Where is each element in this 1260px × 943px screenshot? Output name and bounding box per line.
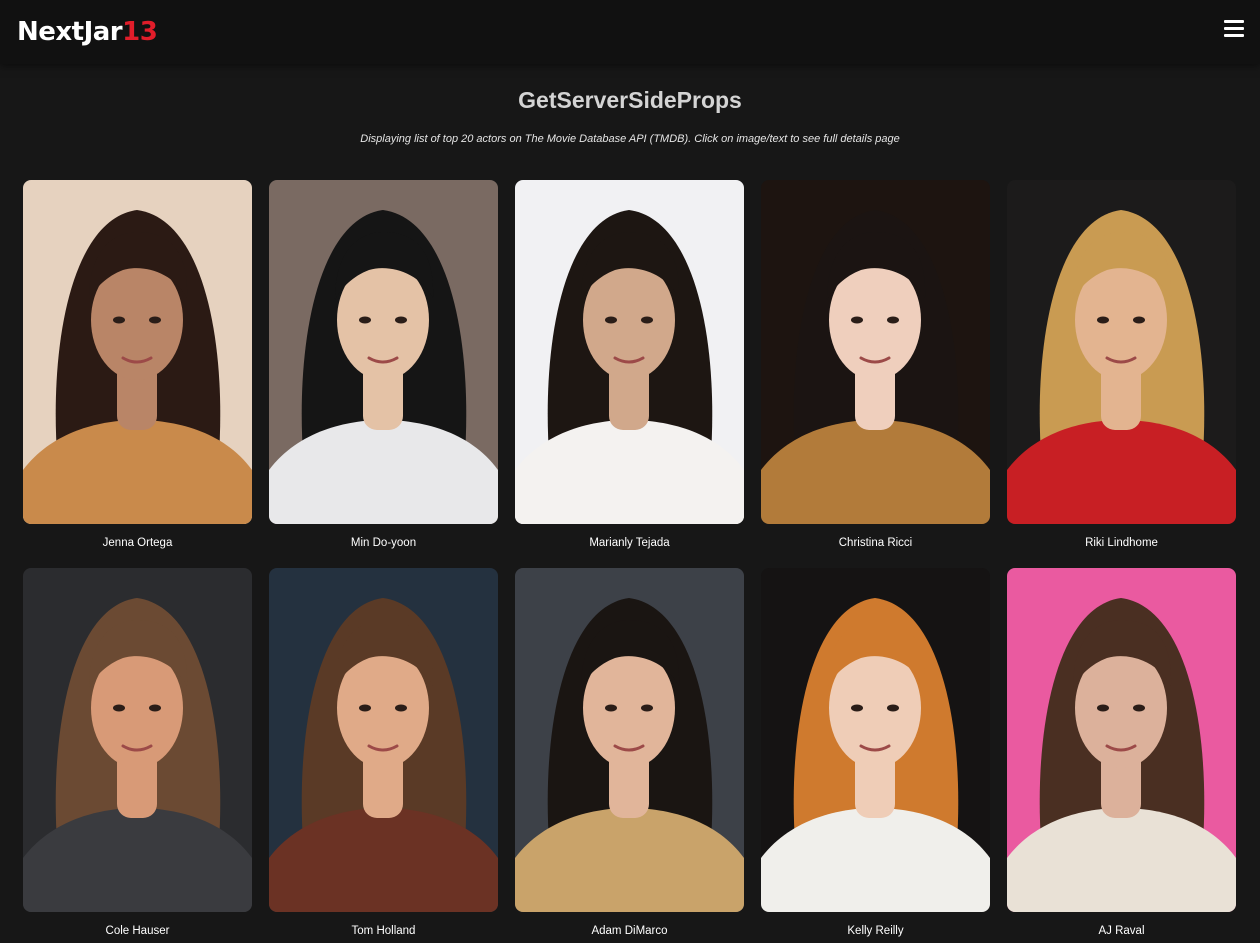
- brand-logo[interactable]: NextJar13: [17, 14, 158, 50]
- actor-portrait-image: [1007, 180, 1236, 524]
- actor-portrait-image: [269, 568, 498, 912]
- navbar: NextJar13: [0, 0, 1260, 64]
- actor-card[interactable]: Christina Ricci: [761, 180, 990, 550]
- hamburger-menu-icon[interactable]: [1224, 20, 1244, 38]
- actor-name[interactable]: Kelly Reilly: [761, 924, 990, 938]
- actor-name[interactable]: Min Do-yoon: [269, 536, 498, 550]
- brand-name: NextJar: [17, 17, 123, 47]
- actor-portrait-image: [23, 180, 252, 524]
- actor-card[interactable]: Adam DiMarco: [515, 568, 744, 938]
- actor-portrait-image: [269, 180, 498, 524]
- actor-portrait-image: [23, 568, 252, 912]
- actor-photo[interactable]: [1007, 180, 1236, 524]
- actor-card[interactable]: Riki Lindhome: [1007, 180, 1236, 550]
- actor-portrait-image: [1007, 568, 1236, 912]
- actor-name[interactable]: Adam DiMarco: [515, 924, 744, 938]
- actor-photo[interactable]: [761, 568, 990, 912]
- actor-photo[interactable]: [515, 180, 744, 524]
- actor-portrait-image: [761, 568, 990, 912]
- actor-photo[interactable]: [23, 180, 252, 524]
- page-title: GetServerSideProps: [518, 87, 742, 113]
- actor-card[interactable]: Jenna Ortega: [23, 180, 252, 550]
- brand-accent: 13: [122, 17, 158, 47]
- actor-name[interactable]: Riki Lindhome: [1007, 536, 1236, 550]
- actor-name[interactable]: Christina Ricci: [761, 536, 990, 550]
- actor-card[interactable]: Kelly Reilly: [761, 568, 990, 938]
- actor-card[interactable]: AJ Raval: [1007, 568, 1236, 938]
- page-subtitle: Displaying list of top 20 actors on The …: [360, 133, 900, 145]
- actor-photo[interactable]: [515, 568, 744, 912]
- actor-card[interactable]: Min Do-yoon: [269, 180, 498, 550]
- actor-photo[interactable]: [761, 180, 990, 524]
- actor-card[interactable]: Tom Holland: [269, 568, 498, 938]
- actor-portrait-image: [515, 180, 744, 524]
- actor-photo[interactable]: [269, 568, 498, 912]
- actor-name[interactable]: Tom Holland: [269, 924, 498, 938]
- actor-name[interactable]: Cole Hauser: [23, 924, 252, 938]
- actor-photo[interactable]: [269, 180, 498, 524]
- actor-name[interactable]: Marianly Tejada: [515, 536, 744, 550]
- actor-photo[interactable]: [23, 568, 252, 912]
- actor-portrait-image: [515, 568, 744, 912]
- actor-portrait-image: [761, 180, 990, 524]
- actor-name[interactable]: Jenna Ortega: [23, 536, 252, 550]
- actor-card[interactable]: Marianly Tejada: [515, 180, 744, 550]
- actor-photo[interactable]: [1007, 568, 1236, 912]
- actor-name[interactable]: AJ Raval: [1007, 924, 1236, 938]
- actor-card[interactable]: Cole Hauser: [23, 568, 252, 938]
